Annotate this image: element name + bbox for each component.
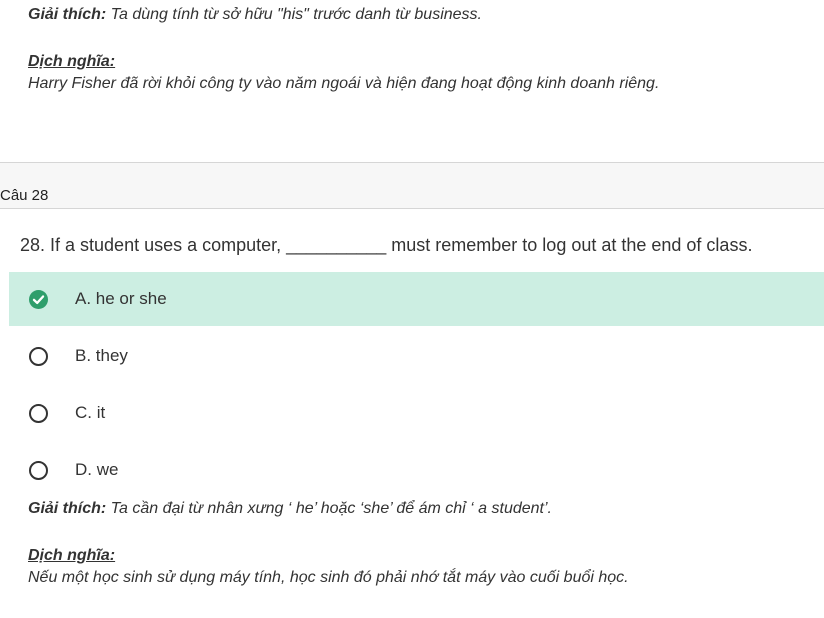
question-number-title: Câu 28 [0, 187, 49, 204]
option-a[interactable]: A. he or she [9, 272, 824, 326]
option-b[interactable]: B. they [9, 329, 824, 383]
previous-explanation: Giải thích: Ta dùng tính từ sở hữu "his"… [28, 4, 808, 95]
quiz-page: Giải thích: Ta dùng tính từ sở hữu "his"… [0, 0, 824, 618]
option-label: B. they [75, 346, 128, 365]
prev-translation-text: Harry Fisher đã rời khỏi công ty vào năm… [28, 75, 660, 92]
option-label: C. it [75, 403, 106, 422]
check-circle-icon [29, 290, 48, 309]
radio-button-icon[interactable] [29, 461, 48, 480]
question-text: 28. If a student uses a computer, ______… [20, 235, 753, 255]
explanation-line: Giải thích: Ta cần đại từ nhân xưng ‘ he… [28, 498, 808, 520]
radio-button-icon[interactable] [29, 347, 48, 366]
option-c[interactable]: C. it [9, 386, 824, 440]
question-section-header [0, 162, 824, 209]
explanation-label: Giải thích: [28, 500, 107, 517]
explanation-text: Ta cần đại từ nhân xưng ‘ he’ hoặc ‘she’… [106, 500, 552, 517]
option-d[interactable]: D. we [9, 443, 824, 497]
radio-button-icon[interactable] [29, 404, 48, 423]
option-label: D. we [75, 460, 119, 479]
translation-text: Nếu một học sinh sử dụng máy tính, học s… [28, 569, 629, 586]
answer-explanation: Giải thích: Ta cần đại từ nhân xưng ‘ he… [28, 498, 808, 589]
prev-translation-heading: Dịch nghĩa: [28, 53, 116, 70]
prev-explanation-label: Giải thích: [28, 6, 107, 23]
option-label: A. he or she [75, 289, 167, 308]
prev-explanation-text: Ta dùng tính từ sở hữu "his" trước danh … [106, 6, 482, 23]
translation-heading: Dịch nghĩa: [28, 547, 116, 564]
prev-explanation-line: Giải thích: Ta dùng tính từ sở hữu "his"… [28, 4, 808, 26]
